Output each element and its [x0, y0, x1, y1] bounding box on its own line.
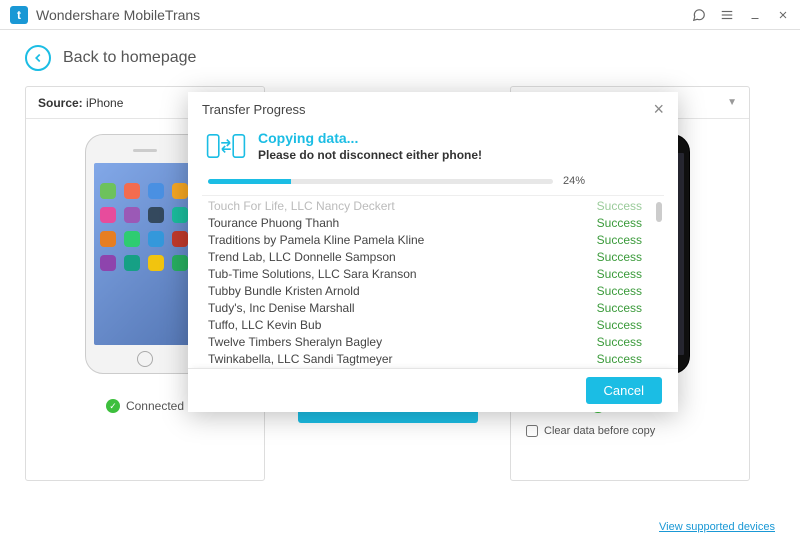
clear-data-input[interactable]	[526, 425, 538, 437]
row-status: Success	[597, 249, 642, 266]
clear-data-label: Clear data before copy	[544, 425, 655, 437]
row-name: Tub-Time Solutions, LLC Sara Kranson	[208, 266, 417, 283]
row-status: Success	[597, 317, 642, 334]
app-icon	[124, 183, 140, 199]
app-icon	[148, 255, 164, 271]
check-icon: ✓	[106, 399, 120, 413]
progress-percent: 24%	[563, 175, 658, 187]
row-status: Success	[597, 351, 642, 368]
app-icon	[100, 255, 116, 271]
source-status-label: Connected	[126, 399, 184, 413]
row-name: Trend Lab, LLC Donnelle Sampson	[208, 249, 396, 266]
app-icon	[172, 207, 188, 223]
dialog-body: Copying data... Please do not disconnect…	[188, 126, 678, 368]
scrollbar-thumb[interactable]	[656, 202, 662, 222]
row-status: Success	[597, 232, 642, 249]
back-arrow-icon[interactable]	[25, 45, 51, 71]
app-icon	[148, 207, 164, 223]
app-icon	[100, 231, 116, 247]
progress-bar	[208, 179, 553, 184]
minimize-icon[interactable]	[748, 8, 762, 22]
transfer-row: Twinkabella, LLC Sandi Tagtmeyer Success	[208, 351, 658, 368]
app-icon	[100, 207, 116, 223]
window-controls	[692, 8, 790, 22]
transfer-row: Tourance Phuong Thanh Success	[208, 215, 658, 232]
app-logo: t	[10, 6, 28, 24]
row-status: Success	[597, 283, 642, 300]
transfer-row: Tuffo, LLC Kevin Bub Success	[208, 317, 658, 334]
transfer-row: Twelve Timbers Sheralyn Bagley Success	[208, 334, 658, 351]
title-bar: t Wondershare MobileTrans	[0, 0, 800, 30]
back-row[interactable]: Back to homepage	[25, 45, 775, 71]
transfer-row: Tub-Time Solutions, LLC Sara Kranson Succ…	[208, 266, 658, 283]
clear-data-checkbox[interactable]: Clear data before copy	[511, 425, 749, 437]
menu-icon[interactable]	[720, 8, 734, 22]
transfer-row: Tubby Bundle Kristen Arnold Success	[208, 283, 658, 300]
app-icon	[172, 231, 188, 247]
row-name: Tubby Bundle Kristen Arnold	[208, 283, 360, 300]
progress-row: 24%	[208, 175, 658, 187]
app-icon	[172, 183, 188, 199]
app-icon	[124, 255, 140, 271]
source-label-prefix: Source:	[38, 96, 83, 110]
row-name: Twelve Timbers Sheralyn Bagley	[208, 334, 382, 351]
source-device: iPhone	[86, 96, 123, 110]
app-icon	[148, 183, 164, 199]
row-name: Tuffo, LLC Kevin Bub	[208, 317, 321, 334]
row-status: Success	[597, 198, 642, 215]
progress-bar-fill	[208, 179, 291, 184]
row-name: Traditions by Pamela Kline Pamela Kline	[208, 232, 424, 249]
transfer-row: Tudy's, Inc Denise Marshall Success	[208, 300, 658, 317]
app-icon	[124, 207, 140, 223]
back-label: Back to homepage	[63, 49, 196, 67]
copy-status: Copying data... Please do not disconnect…	[202, 130, 664, 165]
dialog-footer: Cancel	[188, 368, 678, 412]
app-icon	[148, 231, 164, 247]
app-icon	[172, 255, 188, 271]
transfer-row: Touch For Life, LLC Nancy Deckert Success	[208, 198, 658, 215]
supported-devices-link[interactable]: View supported devices	[659, 521, 775, 533]
row-name: Touch For Life, LLC Nancy Deckert	[208, 198, 395, 215]
app-icon	[124, 231, 140, 247]
row-status: Success	[597, 215, 642, 232]
dialog-close-icon[interactable]: ×	[653, 99, 664, 120]
cancel-button[interactable]: Cancel	[586, 377, 662, 404]
chevron-down-icon[interactable]: ▼	[727, 97, 737, 108]
row-name: Twinkabella, LLC Sandi Tagtmeyer	[208, 351, 393, 368]
row-status: Success	[597, 266, 642, 283]
app-title: Wondershare MobileTrans	[36, 7, 692, 23]
chat-icon[interactable]	[692, 8, 706, 22]
app-icon	[100, 183, 116, 199]
transfer-progress-dialog: Transfer Progress × Copying data... Plea…	[188, 92, 678, 412]
row-name: Tudy's, Inc Denise Marshall	[208, 300, 355, 317]
iphone-illustration	[85, 134, 205, 374]
dialog-header: Transfer Progress ×	[188, 92, 678, 126]
transfer-row: Trend Lab, LLC Donnelle Sampson Success	[208, 249, 658, 266]
copy-subtitle: Please do not disconnect either phone!	[258, 148, 482, 162]
row-status: Success	[597, 300, 642, 317]
dialog-title: Transfer Progress	[202, 102, 306, 117]
sync-icon	[206, 130, 246, 165]
close-icon[interactable]	[776, 8, 790, 22]
transfer-list: Touch For Life, LLC Nancy Deckert Success…	[202, 195, 664, 368]
row-status: Success	[597, 334, 642, 351]
copy-title: Copying data...	[258, 130, 482, 146]
row-name: Tourance Phuong Thanh	[208, 215, 339, 232]
transfer-row: Traditions by Pamela Kline Pamela Kline S…	[208, 232, 658, 249]
